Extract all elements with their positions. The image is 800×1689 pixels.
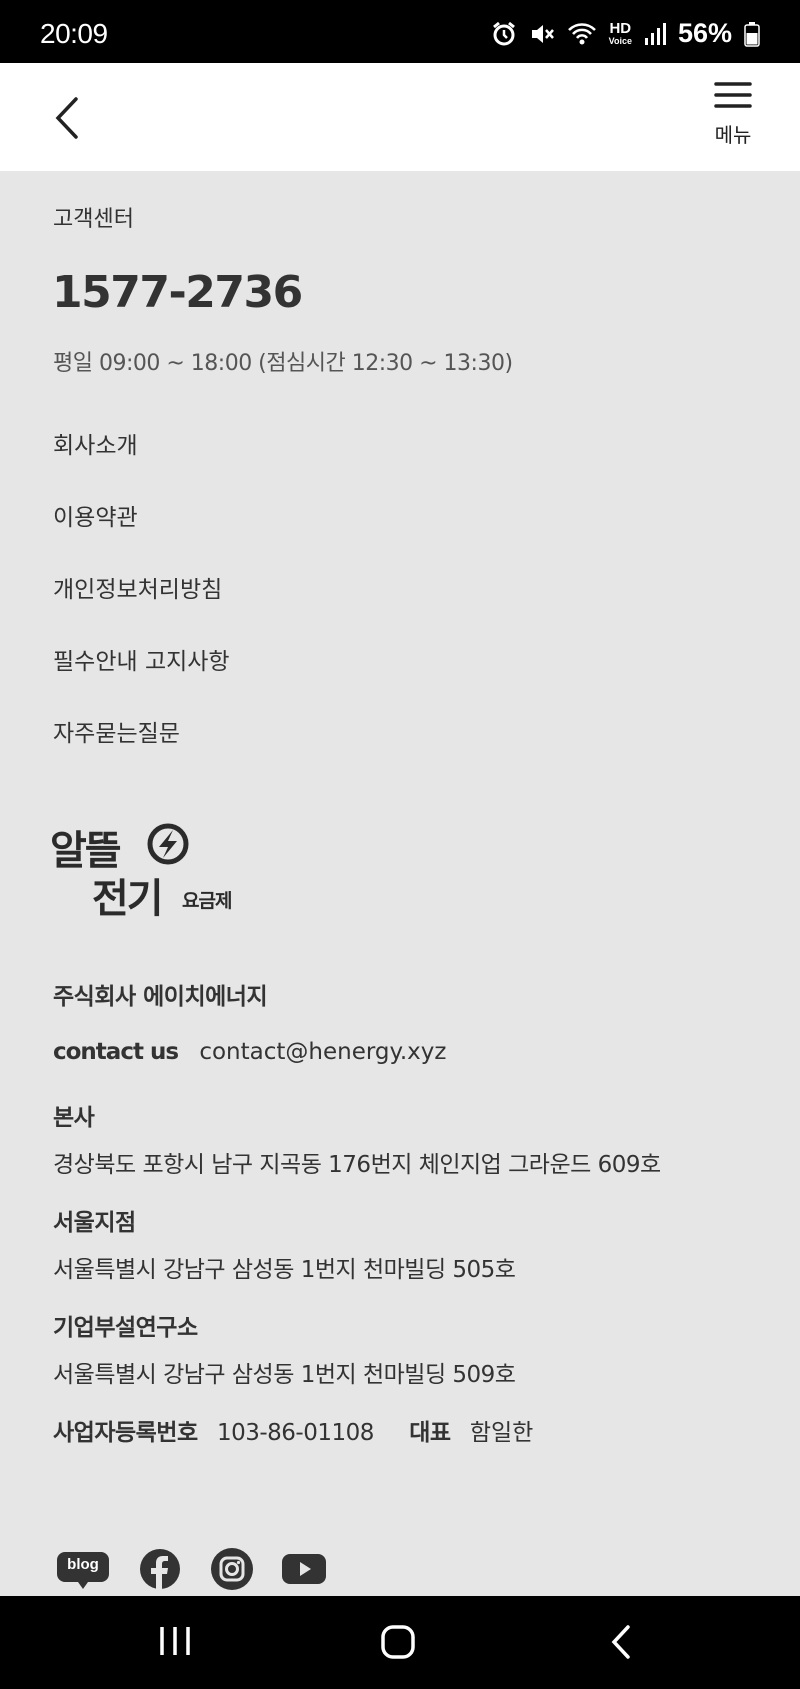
nav-link-faq[interactable]: 자주묻는질문 xyxy=(53,714,230,786)
customer-center-phone[interactable]: 1577-2736 xyxy=(52,267,303,318)
office-title-lab: 기업부설연구소 xyxy=(53,1315,198,1341)
youtube-icon[interactable] xyxy=(282,1554,326,1588)
biz-reg-label: 사업자등록번호 xyxy=(53,1420,198,1446)
home-button[interactable] xyxy=(380,1624,416,1664)
company-logo: 알뜰 전기 요금제 xyxy=(50,818,260,922)
hd-voice-icon: HD Voice xyxy=(608,20,632,46)
hamburger-icon xyxy=(714,82,752,108)
home-icon xyxy=(381,1625,415,1659)
contact-email-link[interactable]: contact@henergy.xyz xyxy=(199,1039,446,1065)
customer-center-hours: 평일 09:00 ~ 18:00 (점심시간 12:30 ~ 13:30) xyxy=(53,351,513,376)
chevron-left-icon xyxy=(55,97,78,139)
lightning-bolt-icon xyxy=(147,823,189,865)
back-button[interactable] xyxy=(48,93,88,143)
recent-apps-button[interactable] xyxy=(158,1624,192,1662)
battery-percent: 56% xyxy=(677,18,732,48)
business-info-row: 사업자등록번호 103-86-01108 대표 함일한 xyxy=(53,1413,533,1447)
company-name: 주식회사 에이치에너지 xyxy=(53,984,268,1010)
ceo-label: 대표 xyxy=(409,1420,451,1446)
office-address-lab: 서울특별시 강남구 삼성동 1번지 천마빌딩 509호 xyxy=(53,1362,516,1388)
nav-link-privacy[interactable]: 개인정보처리방침 xyxy=(53,570,230,642)
office-title-seoul: 서울지점 xyxy=(53,1210,136,1236)
office-title-hq: 본사 xyxy=(53,1105,95,1131)
social-links: blog xyxy=(56,1547,326,1595)
alarm-icon xyxy=(491,21,517,47)
status-time: 20:09 xyxy=(40,18,108,49)
system-nav-bar xyxy=(0,1596,800,1689)
blog-icon[interactable]: blog xyxy=(56,1549,110,1593)
menu-label: 메뉴 xyxy=(714,123,752,147)
office-address-hq: 경상북도 포항시 남구 지곡동 176번지 체인지업 그라운드 609호 xyxy=(53,1152,661,1178)
mute-icon xyxy=(529,21,555,47)
contact-row: contact us contact@henergy.xyz xyxy=(53,1039,446,1065)
biz-reg-number: 103-86-01108 xyxy=(216,1420,374,1446)
top-header: 메뉴 xyxy=(0,63,800,171)
footer-nav-links: 회사소개 이용약관 개인정보처리방침 필수안내 고지사항 자주묻는질문 xyxy=(53,426,230,786)
office-address-seoul: 서울특별시 강남구 삼성동 1번지 천마빌딩 505호 xyxy=(53,1257,516,1283)
wifi-icon xyxy=(567,21,597,47)
ceo-name: 함일한 xyxy=(469,1420,534,1446)
menu-button[interactable]: 메뉴 xyxy=(708,81,758,161)
system-back-icon xyxy=(611,1625,630,1659)
system-back-button[interactable] xyxy=(608,1624,634,1664)
nav-link-about[interactable]: 회사소개 xyxy=(53,426,230,498)
facebook-icon[interactable] xyxy=(138,1547,182,1595)
contact-label: contact us xyxy=(53,1039,179,1065)
status-bar: 20:09 HD Voice 56% xyxy=(0,0,800,63)
signal-icon xyxy=(644,22,666,46)
nav-link-notices[interactable]: 필수안내 고지사항 xyxy=(53,642,230,714)
battery-icon xyxy=(744,21,760,47)
instagram-icon[interactable] xyxy=(210,1547,254,1595)
customer-center-label: 고객센터 xyxy=(53,207,134,232)
recent-apps-icon xyxy=(160,1627,190,1655)
nav-link-terms[interactable]: 이용약관 xyxy=(53,498,230,570)
